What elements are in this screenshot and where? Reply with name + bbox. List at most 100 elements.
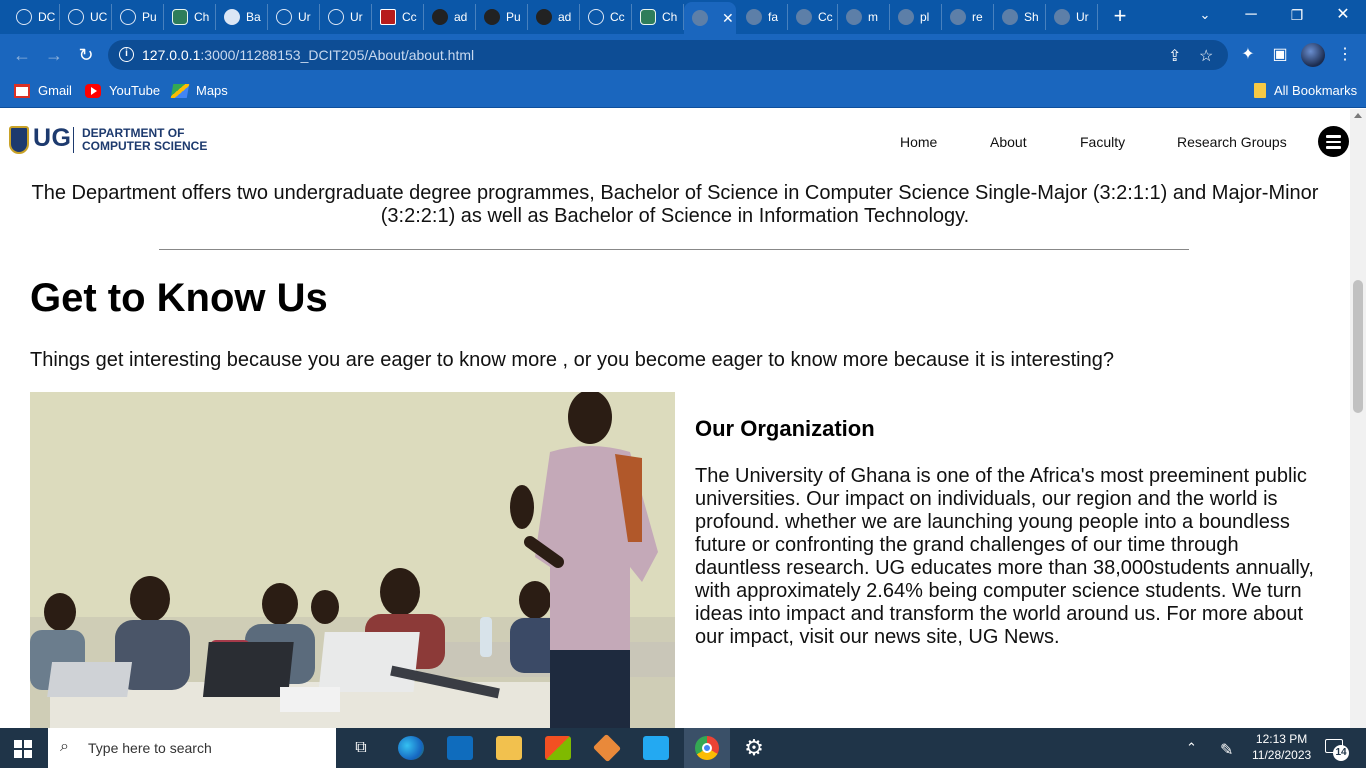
scroll-up-arrow-icon[interactable] (1354, 113, 1362, 118)
tab-21[interactable]: Ur (1046, 4, 1098, 30)
hamburger-menu-icon[interactable] (1318, 126, 1349, 157)
clock-time: 12:13 PM (1255, 732, 1308, 746)
new-tab-button[interactable]: + (1108, 4, 1132, 30)
nav-about[interactable]: About (990, 134, 1027, 150)
search-icon: ⌕ (60, 738, 69, 755)
bookmark-youtube[interactable]: YouTube (85, 83, 160, 98)
tab-5[interactable]: Ba (216, 4, 268, 30)
tab-13[interactable]: Ch (632, 4, 684, 30)
windows-start-icon[interactable] (14, 740, 32, 758)
vscode-icon[interactable] (643, 736, 669, 760)
nav-research-groups[interactable]: Research Groups (1177, 134, 1287, 150)
logo-department[interactable]: DEPARTMENT OF COMPUTER SCIENCE (82, 127, 207, 153)
bookmark-maps[interactable]: Maps (170, 83, 228, 98)
tab-title: re (972, 10, 983, 24)
page-title: Get to Know Us (30, 276, 328, 320)
bookmark-star-icon[interactable]: ☆ (1199, 46, 1213, 66)
classroom-illustration (30, 392, 675, 728)
globe-icon (846, 9, 862, 25)
more-menu-icon[interactable]: ⋮ (1334, 44, 1356, 64)
tab-strip: DC UC Pu Ch Ba Ur Ur Cc ad Pu ad Cc Ch ✕… (0, 0, 1366, 34)
bookmark-gmail[interactable]: Gmail (14, 83, 72, 98)
windows-taskbar: ⌕ Type here to search ⧉ ⚙ ⌃ ✎ 12:13 PM 1… (0, 728, 1366, 768)
ug-crest-icon[interactable] (9, 126, 29, 154)
system-clock[interactable]: 12:13 PM 11/28/2023 (1252, 731, 1311, 763)
close-window-button[interactable]: ✕ (1320, 0, 1366, 30)
tab-title: UC (90, 10, 108, 24)
show-hidden-icons[interactable]: ⌃ (1186, 740, 1197, 756)
tab-1[interactable]: DC (8, 4, 60, 30)
divider (159, 249, 1189, 250)
tagline: Things get interesting because you are e… (30, 349, 1114, 371)
minimize-button[interactable]: ─ (1228, 0, 1274, 30)
share-icon[interactable]: ⇪ (1168, 46, 1181, 66)
taskbar-search[interactable]: ⌕ Type here to search (48, 728, 336, 768)
github-icon (484, 9, 500, 25)
tab-4[interactable]: Ch (164, 4, 216, 30)
globe-ring-icon (328, 9, 344, 25)
tab-16[interactable]: Cc (788, 4, 838, 30)
globe-icon (796, 9, 812, 25)
git-icon[interactable] (592, 733, 622, 763)
tab-3[interactable]: Pu (112, 4, 164, 30)
tab-title: Ch (662, 10, 678, 24)
edge-icon[interactable] (398, 736, 424, 760)
tab-title: Ch (194, 10, 210, 24)
page-scrollbar[interactable] (1350, 109, 1366, 728)
side-panel-icon[interactable]: ▣ (1269, 44, 1291, 64)
globe-icon (898, 9, 914, 25)
bookmark-label: YouTube (109, 83, 161, 98)
tab-9[interactable]: ad (424, 4, 476, 30)
organization-text: The University of Ghana is one of the Af… (695, 465, 1314, 648)
tab-title: Cc (818, 10, 833, 24)
reload-button[interactable]: ↻ (73, 42, 99, 68)
address-bar[interactable]: i 127.0.0.1:3000/11288153_DCIT205/About/… (108, 40, 1228, 70)
all-bookmarks[interactable]: All Bookmarks (1254, 83, 1357, 98)
logo-ug[interactable]: UG (33, 124, 72, 153)
chatgpt-icon (640, 9, 656, 25)
profile-avatar[interactable] (1301, 43, 1325, 67)
nav-faculty[interactable]: Faculty (1080, 134, 1125, 150)
pen-icon[interactable]: ✎ (1220, 740, 1233, 760)
tab-2[interactable]: UC (60, 4, 112, 30)
tab-15[interactable]: fa (738, 4, 788, 30)
back-button[interactable]: ← (9, 42, 35, 68)
tab-20[interactable]: Sh (994, 4, 1046, 30)
tab-6[interactable]: Ur (268, 4, 320, 30)
mail-icon[interactable] (447, 736, 473, 760)
tab-17[interactable]: m (838, 4, 890, 30)
site-info-icon[interactable]: i (119, 47, 134, 62)
tab-12[interactable]: Cc (580, 4, 632, 30)
tab-search-icon[interactable]: ⌄ (1182, 0, 1228, 30)
folder-icon (1254, 83, 1266, 98)
tab-18[interactable]: pl (890, 4, 942, 30)
tab-8[interactable]: Cc (372, 4, 424, 30)
close-tab-icon[interactable]: ✕ (722, 10, 734, 27)
tab-title: Ur (1076, 10, 1089, 24)
tab-10[interactable]: Pu (476, 4, 528, 30)
task-view-icon[interactable]: ⧉ (348, 736, 374, 760)
url-text[interactable]: 127.0.0.1:3000/11288153_DCIT205/About/ab… (142, 47, 474, 63)
forward-button[interactable]: → (41, 42, 67, 68)
extensions-icon[interactable]: ✦ (1237, 44, 1259, 64)
tab-title: Sh (1024, 10, 1039, 24)
tab-19[interactable]: re (942, 4, 994, 30)
tab-11[interactable]: ad (528, 4, 580, 30)
settings-icon[interactable]: ⚙ (741, 736, 767, 760)
github-icon (536, 9, 552, 25)
chrome-taskbar-button[interactable] (684, 728, 730, 768)
url-path: :3000/11288153_DCIT205/About/about.html (200, 47, 475, 63)
store-icon[interactable] (545, 736, 571, 760)
tab-active[interactable]: ✕ (684, 2, 736, 34)
nav-home[interactable]: Home (900, 134, 937, 150)
tab-7[interactable]: Ur (320, 4, 372, 30)
intro-paragraph: The Department offers two undergraduate … (31, 182, 1319, 227)
tab-title: Cc (402, 10, 417, 24)
badge-icon (224, 9, 240, 25)
scrollbar-thumb[interactable] (1353, 280, 1363, 413)
restore-button[interactable]: ❐ (1274, 0, 1320, 30)
file-explorer-icon[interactable] (496, 736, 522, 760)
tab-title: Pu (506, 10, 521, 24)
github-icon (432, 9, 448, 25)
clock-date: 11/28/2023 (1252, 748, 1312, 762)
